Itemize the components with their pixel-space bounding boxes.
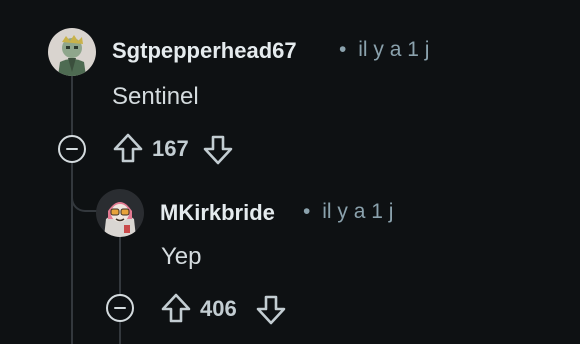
- username[interactable]: Sgtpepperhead67: [112, 38, 297, 64]
- comment-timestamp[interactable]: il y a 1 j: [358, 38, 429, 61]
- comment-thread: Sgtpepperhead67 • il y a 1 j Sentinel 16…: [0, 0, 580, 344]
- thread-line-parent[interactable]: [71, 74, 73, 136]
- comment-body: Yep: [161, 243, 202, 270]
- vote-score: 406: [200, 296, 237, 321]
- thread-line-reply[interactable]: [119, 234, 121, 294]
- downvote-arrow-icon[interactable]: [202, 134, 234, 166]
- thread-line-reply-lower[interactable]: [119, 322, 121, 344]
- avatar[interactable]: [96, 189, 144, 237]
- meta-separator: •: [303, 200, 311, 223]
- comment-meta: • il y a 1 j: [303, 200, 393, 224]
- vote-score: 167: [152, 136, 189, 161]
- avatar-image: [48, 28, 96, 76]
- comment-timestamp[interactable]: il y a 1 j: [322, 200, 393, 223]
- comment-meta: • il y a 1 j: [339, 38, 429, 62]
- upvote-arrow-icon[interactable]: [112, 132, 144, 164]
- meta-separator: •: [339, 38, 347, 61]
- collapse-button[interactable]: [106, 294, 134, 322]
- username[interactable]: MKirkbride: [160, 200, 275, 226]
- avatar[interactable]: [48, 28, 96, 76]
- downvote-arrow-icon[interactable]: [255, 294, 287, 326]
- avatar-image: [96, 189, 144, 237]
- upvote-arrow-icon[interactable]: [160, 292, 192, 324]
- thread-connector: [71, 186, 99, 212]
- comment-body: Sentinel: [112, 83, 199, 110]
- collapse-button[interactable]: [58, 135, 86, 163]
